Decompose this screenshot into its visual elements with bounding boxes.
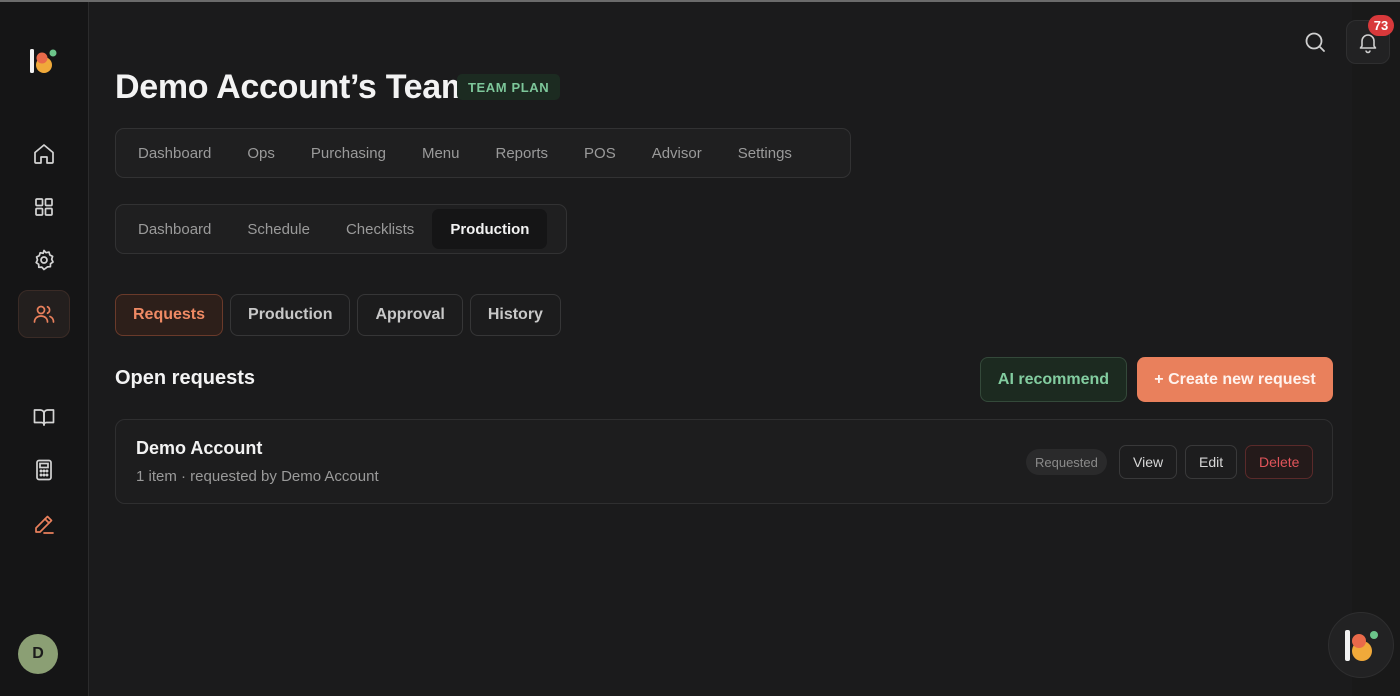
book-icon[interactable] (18, 393, 70, 441)
subtab-schedule[interactable]: Schedule (229, 209, 328, 249)
search-button[interactable] (1293, 20, 1337, 64)
page-title: Demo Account’s Team (115, 68, 471, 106)
avatar[interactable]: D (18, 634, 58, 674)
pill-history[interactable]: History (469, 294, 561, 336)
tab-settings[interactable]: Settings (720, 133, 810, 173)
view-button[interactable]: View (1119, 445, 1178, 479)
section-title: Open requests (115, 367, 256, 389)
pencil-icon[interactable] (18, 500, 70, 548)
search-icon (1305, 32, 1325, 52)
calculator-icon[interactable] (18, 446, 70, 494)
gear-icon[interactable] (18, 236, 70, 284)
notification-count-badge: 73 (1368, 15, 1394, 36)
request-filter-tabs: Requests Production Approval History (115, 294, 561, 336)
status-badge: Requested (1026, 449, 1107, 475)
tab-dashboard[interactable]: Dashboard (120, 133, 229, 173)
app-logo-icon (1345, 630, 1378, 661)
ai-recommend-button[interactable]: AI recommend (980, 357, 1127, 402)
home-icon[interactable] (18, 130, 70, 178)
app-logo[interactable] (29, 46, 57, 76)
subtab-checklists[interactable]: Checklists (328, 209, 432, 249)
sub-tab-bar: Dashboard Schedule Checklists Production (115, 204, 567, 254)
pill-requests[interactable]: Requests (115, 294, 224, 336)
main-tab-bar: Dashboard Ops Purchasing Menu Reports PO… (115, 128, 851, 178)
pill-production[interactable]: Production (230, 294, 351, 336)
request-subtitle: 1 item · requested by Demo Account (136, 468, 379, 485)
tab-ops[interactable]: Ops (229, 133, 293, 173)
plan-badge: TEAM PLAN (457, 74, 561, 100)
grid-icon[interactable] (18, 183, 70, 231)
tab-menu[interactable]: Menu (404, 133, 478, 173)
request-title: Demo Account (136, 438, 263, 458)
users-icon[interactable] (18, 290, 70, 338)
request-card[interactable]: Demo Account 1 item · requested by Demo … (115, 419, 1333, 504)
delete-button[interactable]: Delete (1245, 445, 1314, 479)
create-request-button[interactable]: + Create new request (1137, 357, 1333, 402)
sidebar: D (0, 2, 89, 696)
tab-purchasing[interactable]: Purchasing (293, 133, 404, 173)
scrollbar-track (1352, 2, 1400, 696)
subtab-production[interactable]: Production (432, 209, 548, 249)
top-progress-line (0, 0, 1400, 2)
help-chat-button[interactable] (1328, 612, 1394, 678)
pill-approval[interactable]: Approval (357, 294, 463, 336)
tab-advisor[interactable]: Advisor (634, 133, 720, 173)
tab-pos[interactable]: POS (566, 133, 634, 173)
edit-button[interactable]: Edit (1185, 445, 1238, 479)
tab-reports[interactable]: Reports (477, 133, 566, 173)
subtab-dashboard[interactable]: Dashboard (120, 209, 229, 249)
